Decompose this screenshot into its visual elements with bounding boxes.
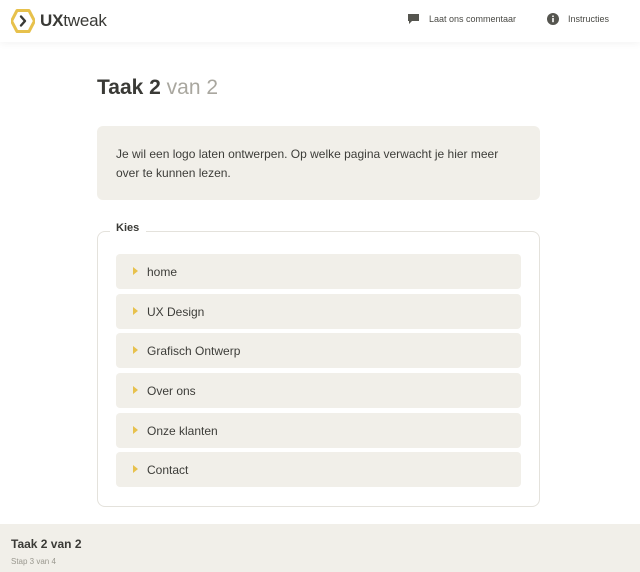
option-label: Over ons bbox=[147, 384, 196, 398]
triangle-right-icon bbox=[133, 346, 138, 354]
footer-step-indicator: Stap 3 van 4 bbox=[11, 557, 56, 566]
task-number: Taak 2 bbox=[97, 76, 161, 99]
option-grafisch-ontwerp[interactable]: Grafisch Ontwerp bbox=[116, 333, 521, 368]
option-ux-design[interactable]: UX Design bbox=[116, 294, 521, 329]
instructions-button[interactable]: Instructies bbox=[547, 13, 609, 25]
logo-text: UXtweak bbox=[40, 11, 107, 30]
choice-legend: Kies bbox=[110, 222, 147, 234]
triangle-right-icon bbox=[133, 386, 138, 394]
task-description: Je wil een logo laten ontwerpen. Op welk… bbox=[97, 126, 540, 200]
footer-bar: Taak 2 van 2 Stap 3 van 4 bbox=[0, 524, 640, 572]
page-title: Taak 2 van 2 bbox=[97, 76, 218, 100]
option-label: Onze klanten bbox=[147, 424, 218, 438]
option-contact[interactable]: Contact bbox=[116, 452, 521, 487]
triangle-right-icon bbox=[133, 267, 138, 275]
instructions-label: Instructies bbox=[568, 14, 610, 24]
option-over-ons[interactable]: Over ons bbox=[116, 373, 521, 408]
option-home[interactable]: home bbox=[116, 254, 521, 289]
speech-bubble-icon bbox=[408, 14, 419, 24]
option-onze-klanten[interactable]: Onze klanten bbox=[116, 413, 521, 448]
option-label: home bbox=[147, 265, 178, 279]
info-icon bbox=[547, 13, 559, 25]
uxtweak-logo: UXtweak bbox=[11, 9, 107, 33]
triangle-right-icon bbox=[133, 426, 138, 434]
task-total: van 2 bbox=[166, 76, 219, 99]
triangle-right-icon bbox=[133, 465, 138, 473]
feedback-button[interactable]: Laat ons commentaar bbox=[407, 13, 516, 25]
option-label: UX Design bbox=[147, 305, 205, 319]
option-label: Grafisch Ontwerp bbox=[147, 344, 241, 358]
footer-task-title: Taak 2 van 2 bbox=[11, 537, 82, 551]
hexagon-logo-icon bbox=[11, 9, 35, 33]
top-bar: UXtweak Laat ons commentaar Instructies bbox=[0, 0, 640, 42]
triangle-right-icon bbox=[133, 307, 138, 315]
option-label: Contact bbox=[147, 463, 189, 477]
feedback-label: Laat ons commentaar bbox=[429, 14, 517, 24]
